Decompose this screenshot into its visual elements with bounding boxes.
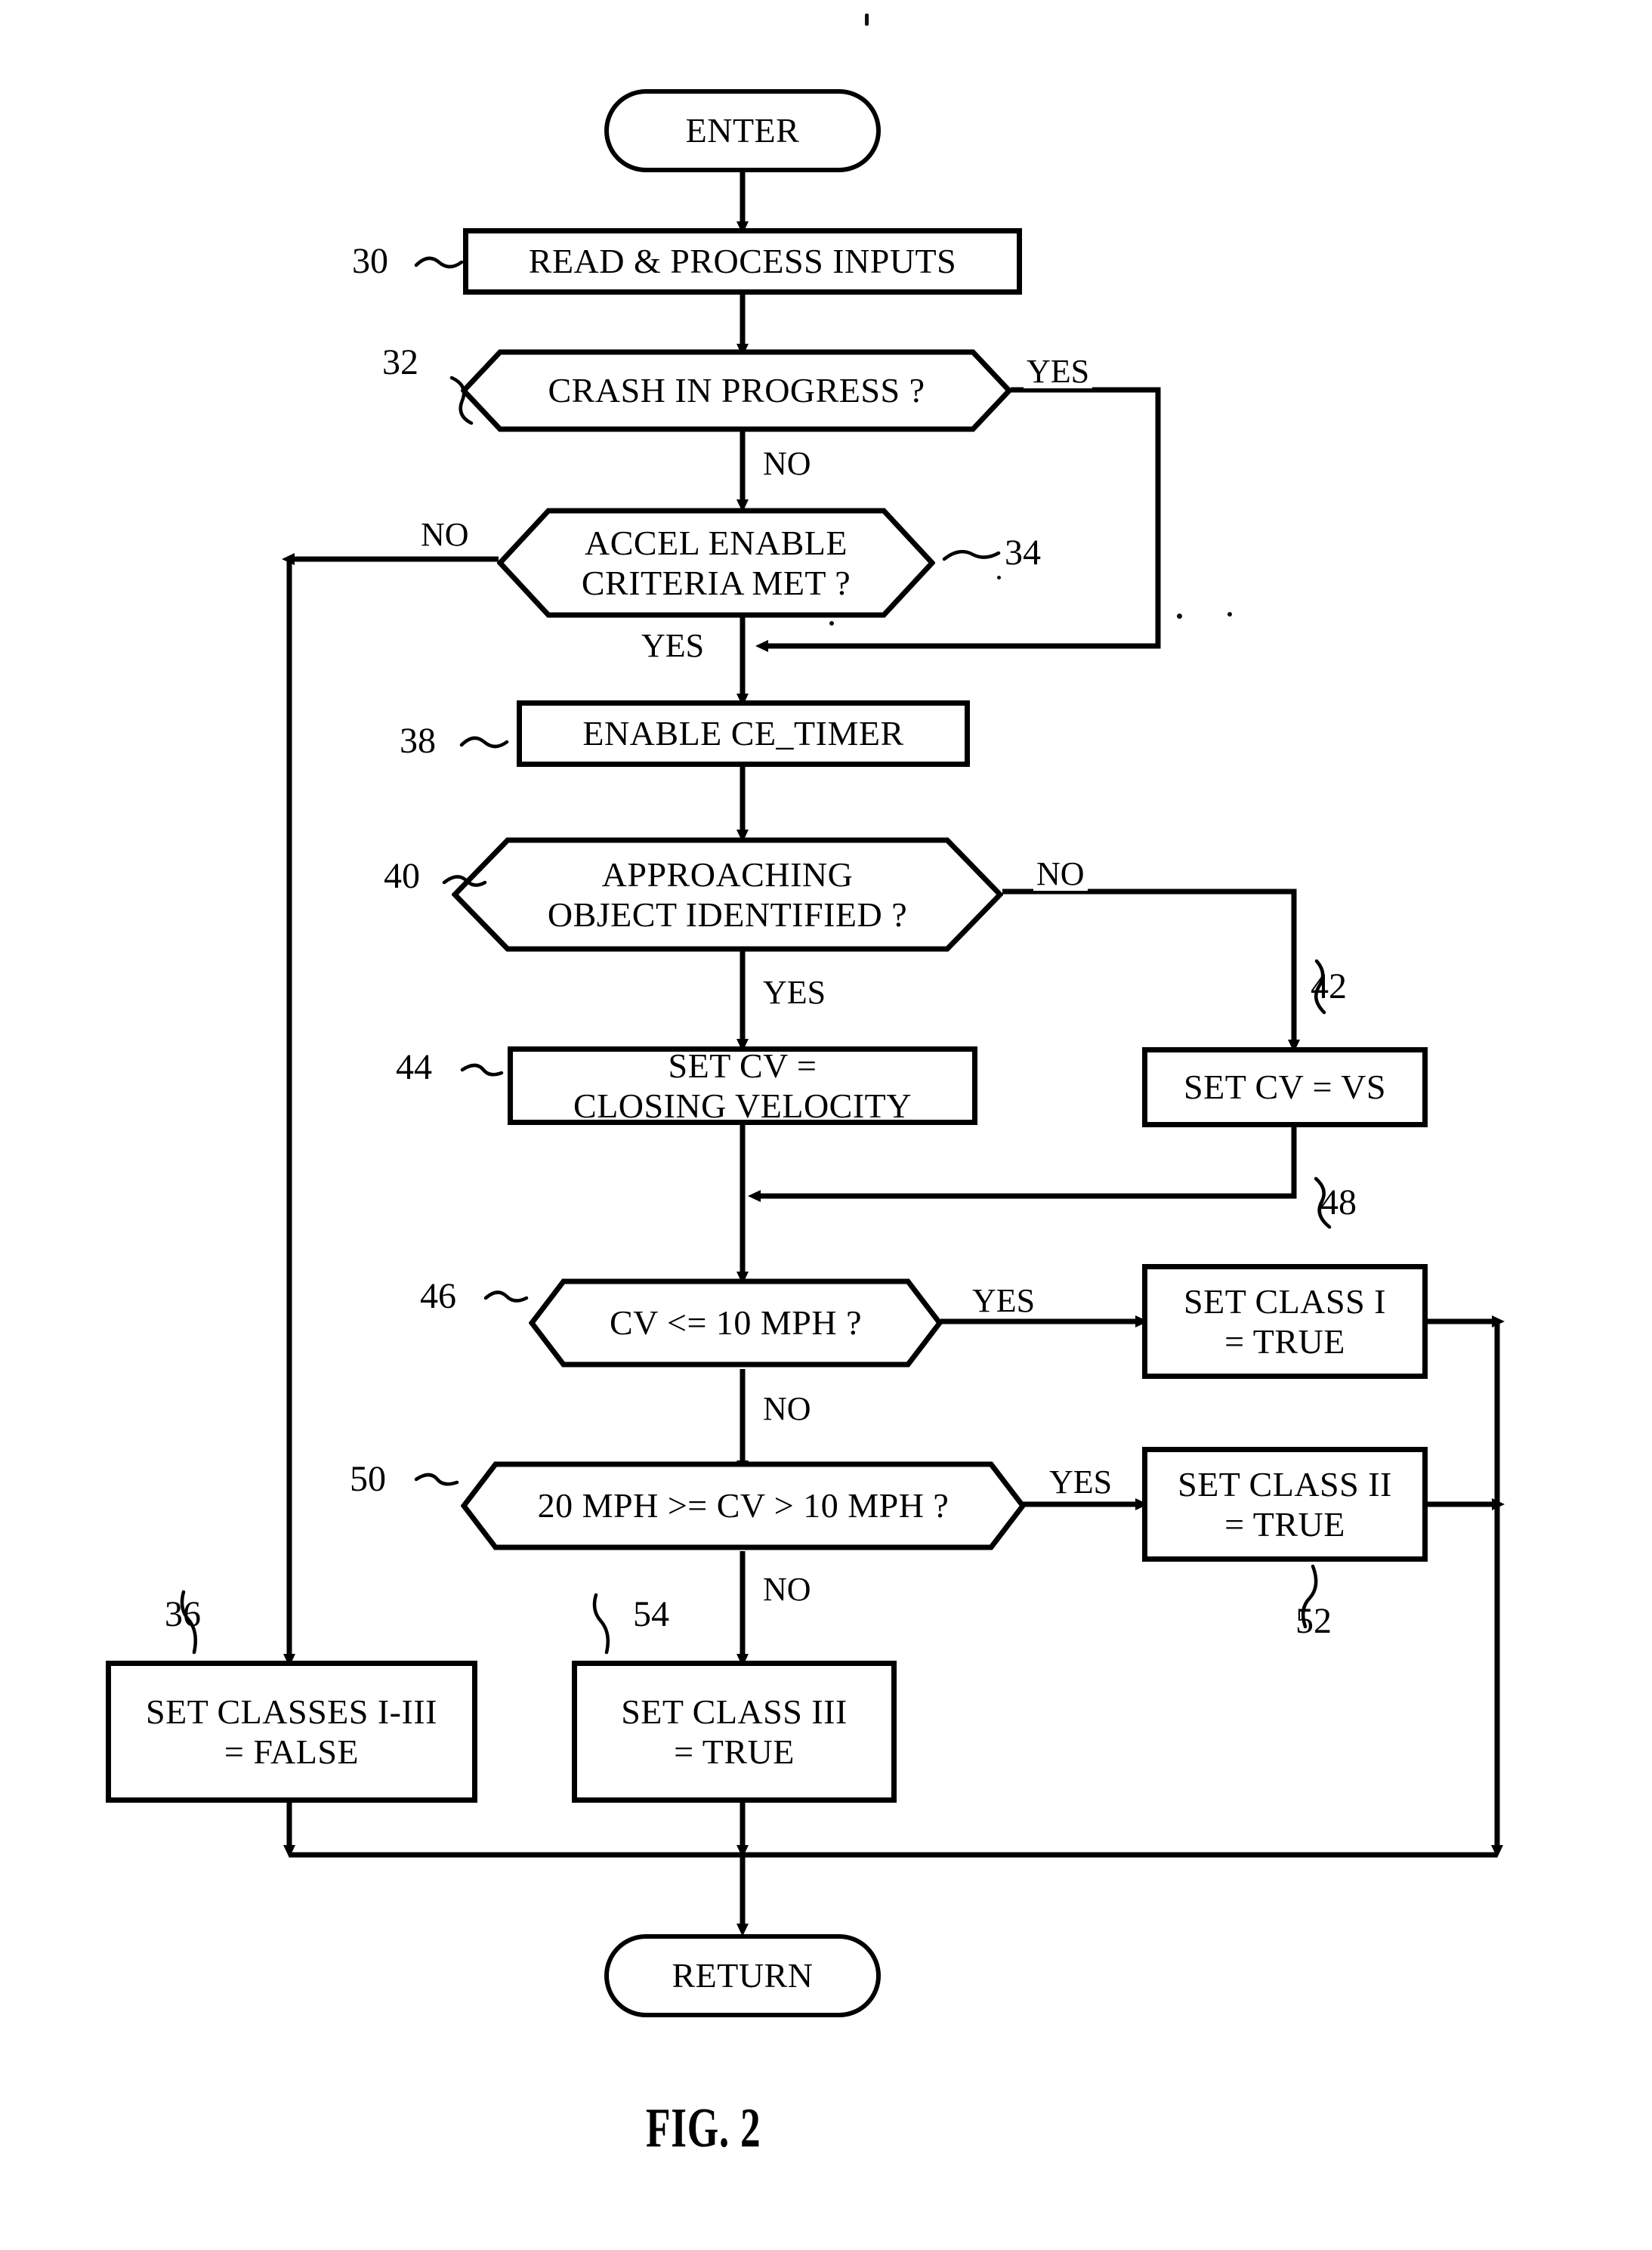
- reference-numeral-52: 52: [1295, 1601, 1332, 1641]
- reference-numeral-44: 44: [396, 1047, 432, 1087]
- reference-numeral-40: 40: [384, 856, 420, 896]
- reference-numeral-38: 38: [400, 721, 436, 761]
- reference-numeral-34: 34: [1005, 533, 1041, 573]
- reference-numeral-42: 42: [1311, 966, 1347, 1006]
- reference-numeral-46: 46: [420, 1276, 456, 1316]
- figure-caption: FIG. 2: [646, 2097, 761, 2159]
- reference-numeral-30: 30: [352, 241, 388, 281]
- reference-numeral-48: 48: [1320, 1182, 1357, 1222]
- reference-leader-lines: [180, 256, 1332, 1655]
- patent-figure-sheet: ENTER RETURN READ & PROCESS INPUTS ENABL…: [0, 0, 1652, 2250]
- reference-numeral-50: 50: [350, 1459, 386, 1499]
- reference-numeral-36: 36: [165, 1594, 201, 1634]
- reference-numeral-54: 54: [633, 1594, 669, 1634]
- reference-numeral-32: 32: [382, 342, 418, 382]
